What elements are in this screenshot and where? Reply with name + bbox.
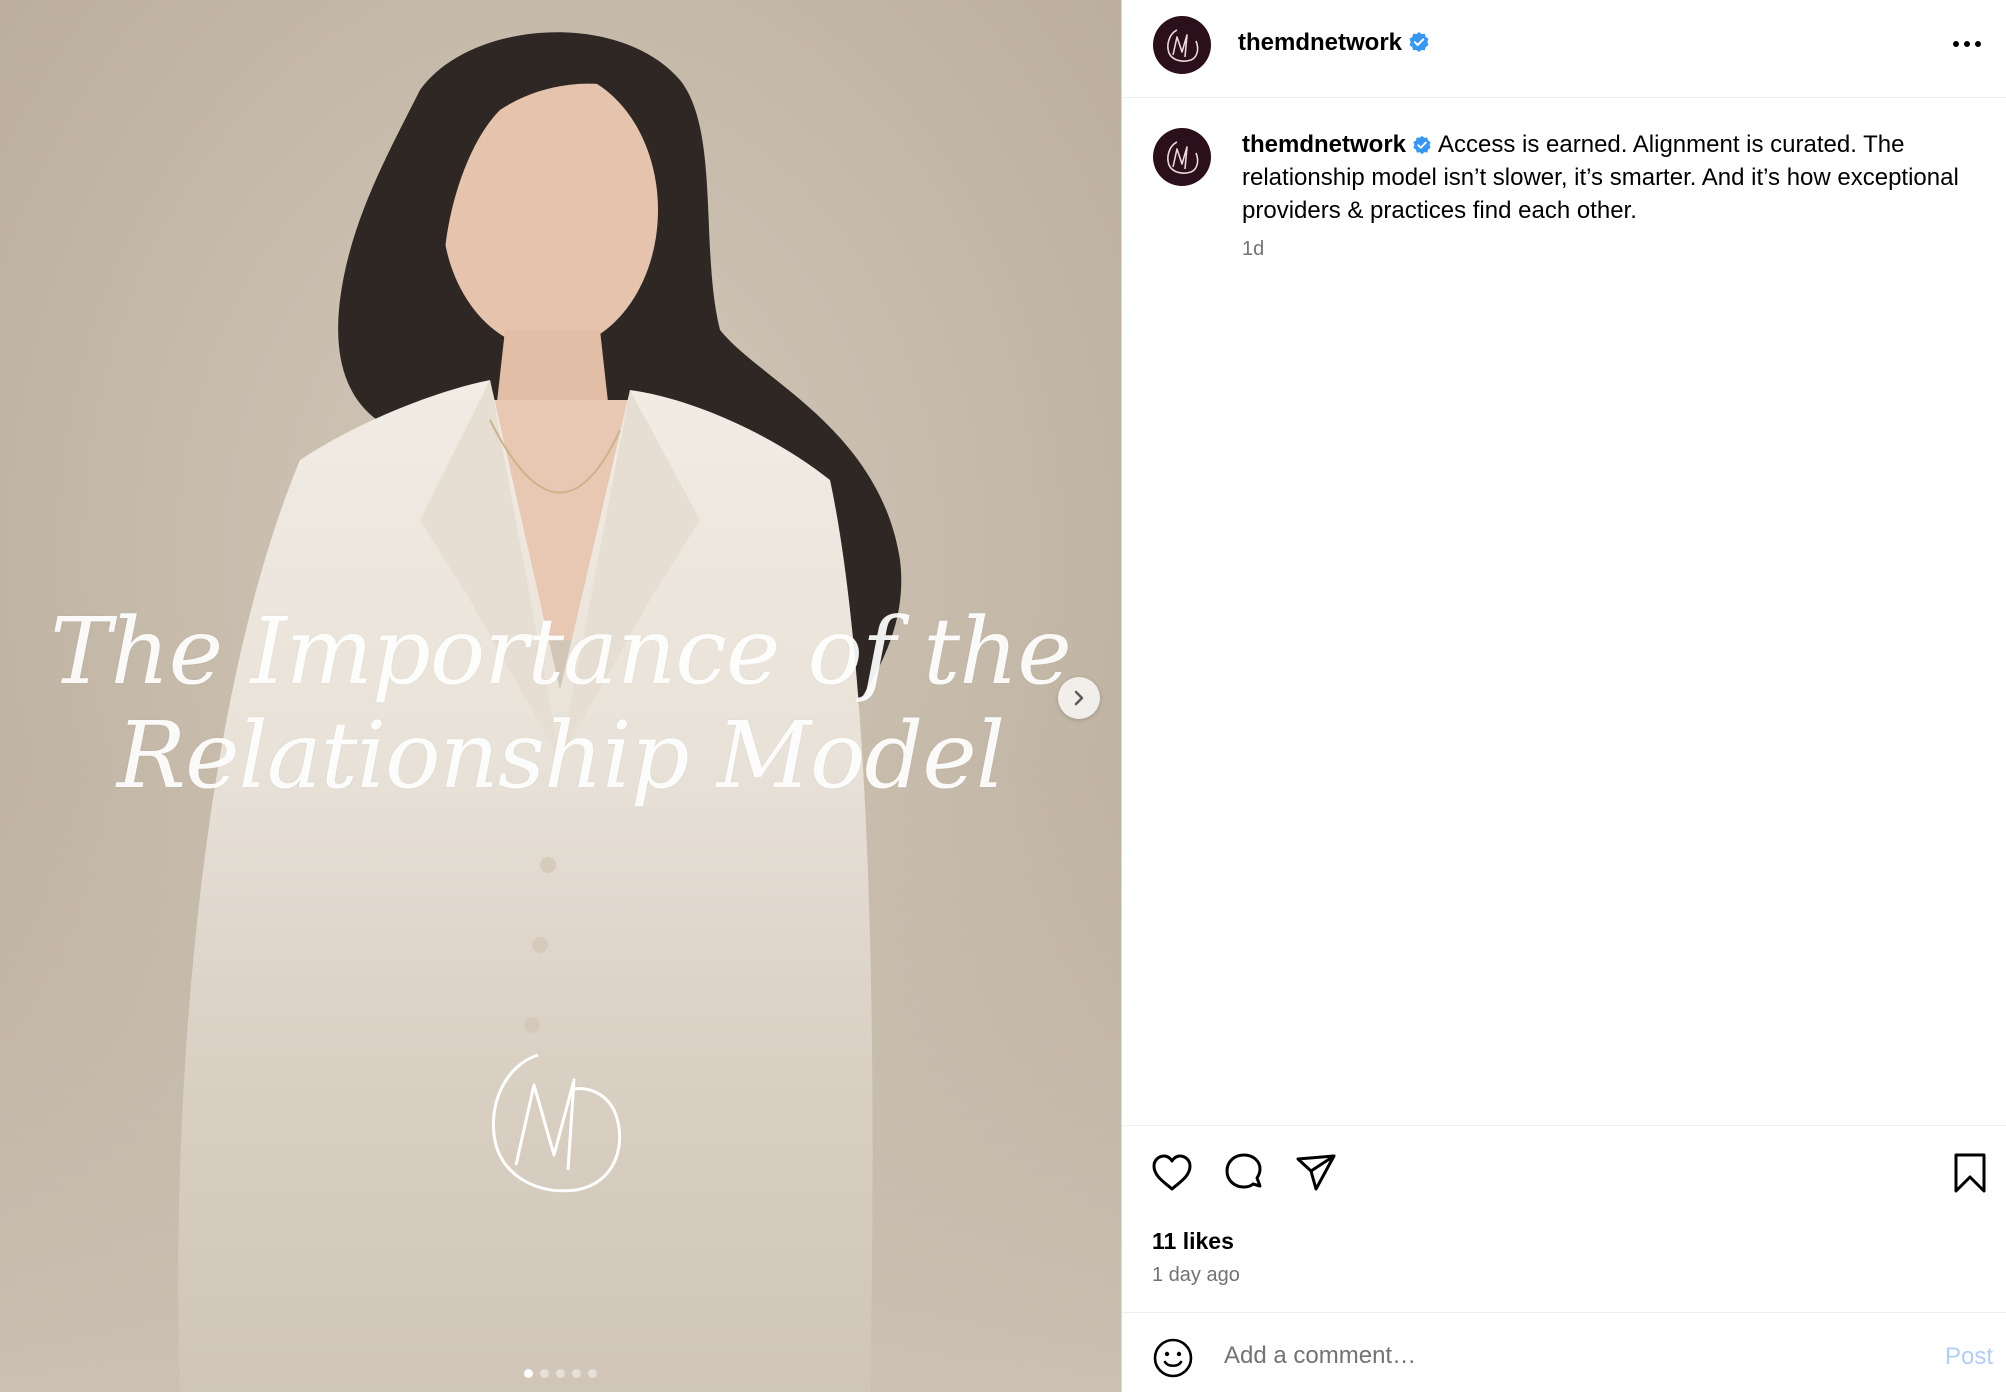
carousel-dot <box>588 1369 597 1378</box>
post-time-ago[interactable]: 1 day ago <box>1152 1264 1240 1287</box>
bookmark-icon <box>1954 1153 1986 1193</box>
send-icon <box>1296 1154 1336 1191</box>
caption-avatar[interactable] <box>1153 128 1211 186</box>
md-monogram-icon <box>1167 29 1199 62</box>
share-button[interactable] <box>1294 1151 1338 1200</box>
save-button[interactable] <box>1952 1151 1988 1200</box>
post-header: themdnetwork <box>1122 0 2006 98</box>
media-overlay-title: The Importance of the Relationship Model <box>0 600 1121 808</box>
post-side-panel: themdnetwork themdnetwork Access is earn… <box>1121 0 2006 1392</box>
carousel-dot <box>572 1369 581 1378</box>
comment-bar: Post <box>1122 1312 2006 1392</box>
md-monogram-icon <box>1167 141 1199 174</box>
overlay-line-1: The Importance of the <box>50 598 1072 705</box>
comment-icon <box>1225 1153 1262 1189</box>
more-options-button[interactable] <box>1947 26 1987 62</box>
post-comment-button[interactable]: Post <box>1945 1343 1993 1371</box>
post-media[interactable]: The Importance of the Relationship Model <box>0 0 1121 1392</box>
carousel-indicator <box>0 1369 1121 1378</box>
caption-username[interactable]: themdnetwork <box>1242 131 1406 158</box>
username-text[interactable]: themdnetwork <box>1238 29 1402 56</box>
verified-badge-icon <box>1409 32 1429 52</box>
header-username[interactable]: themdnetwork <box>1238 29 1430 57</box>
likes-count[interactable]: 11 likes <box>1152 1228 1234 1255</box>
heart-icon <box>1152 1154 1192 1191</box>
emoji-button[interactable] <box>1152 1337 1194 1384</box>
like-button[interactable] <box>1150 1151 1194 1200</box>
comment-input[interactable] <box>1222 1335 1866 1377</box>
caption-text: themdnetwork Access is earned. Alignment… <box>1242 128 1962 227</box>
comment-button[interactable] <box>1222 1151 1266 1200</box>
carousel-dot <box>540 1369 549 1378</box>
md-monogram-logo <box>491 1053 622 1193</box>
carousel-dot-active <box>524 1369 533 1378</box>
chevron-right-icon <box>1074 690 1084 706</box>
avatar[interactable] <box>1153 16 1211 74</box>
carousel-dot <box>556 1369 565 1378</box>
caption-timestamp[interactable]: 1d <box>1242 238 1264 261</box>
emoji-icon <box>1153 1338 1193 1378</box>
overlay-line-2: Relationship Model <box>116 702 1005 809</box>
more-icon <box>1953 41 1981 47</box>
carousel-next-button[interactable] <box>1058 677 1100 719</box>
verified-badge-icon <box>1413 135 1431 155</box>
